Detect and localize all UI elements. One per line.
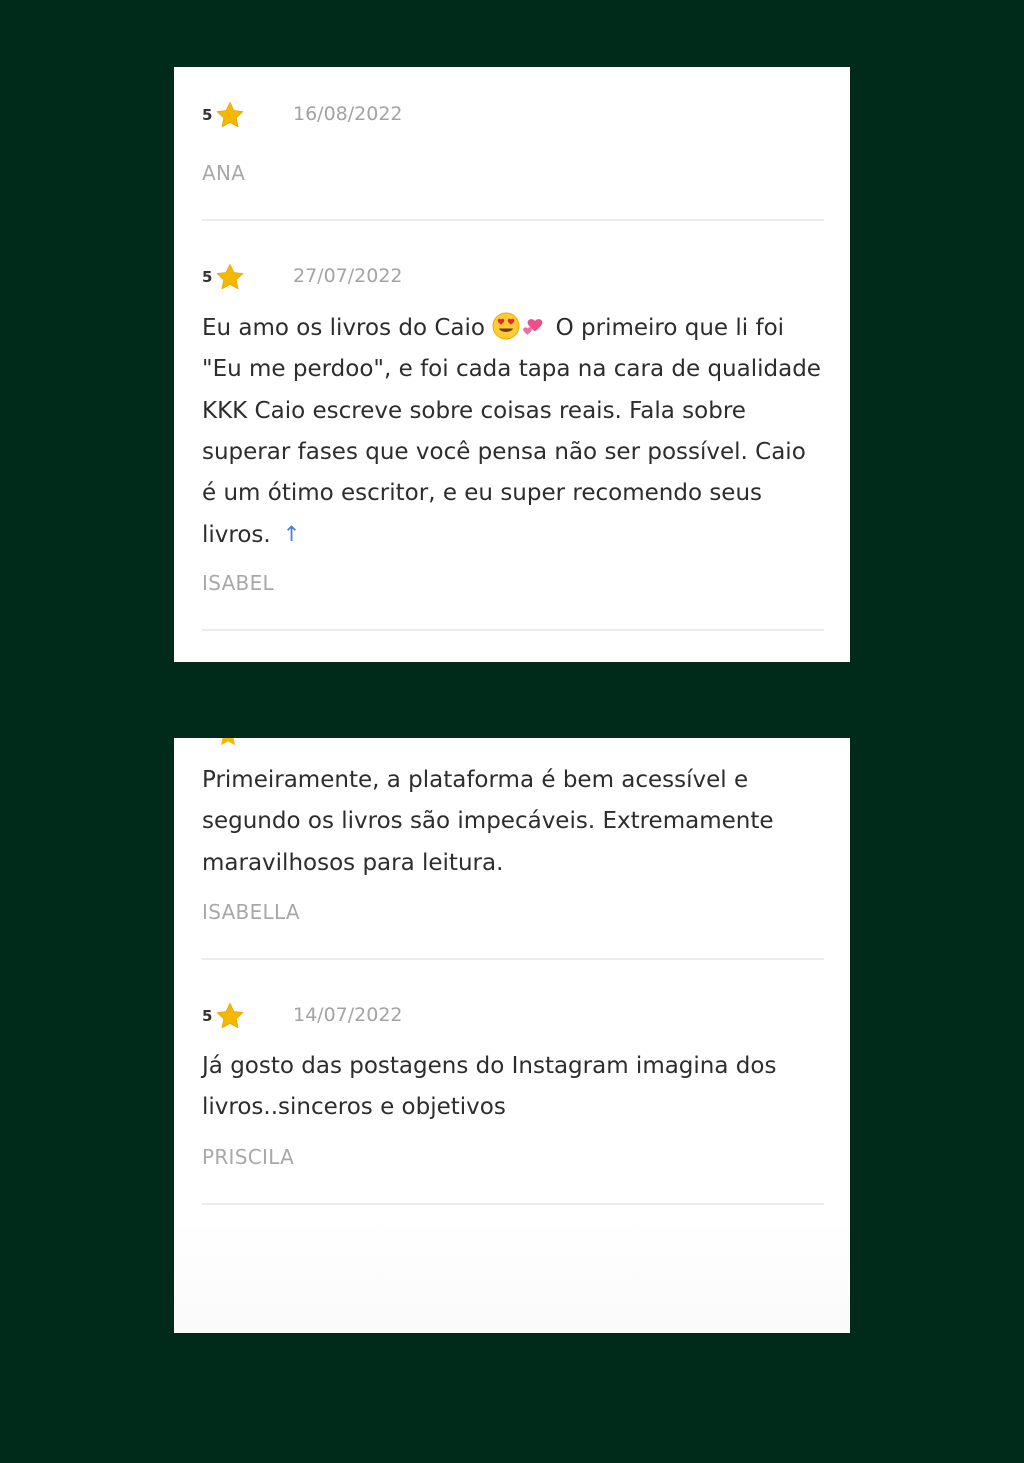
review-author: ISABELLA xyxy=(202,900,300,924)
star-icon xyxy=(221,738,235,746)
review-author: ISABEL xyxy=(202,571,274,595)
reviews-card-bottom: Primeiramente, a plataforma é bem acessí… xyxy=(174,738,850,1333)
scroll-fade xyxy=(174,1218,850,1333)
review-text: Eu amo os livros do Caio O primeiro que … xyxy=(202,308,824,557)
review-author: PRISCILA xyxy=(202,1145,295,1169)
star-icon xyxy=(216,1002,244,1029)
star-icon xyxy=(216,101,244,128)
review-author: ANA xyxy=(202,161,246,185)
review-text: Primeiramente, a plataforma é bem acessí… xyxy=(202,767,774,876)
divider xyxy=(202,958,824,960)
two-hearts-icon xyxy=(523,319,543,335)
review-date: 27/07/2022 xyxy=(293,265,403,287)
star-icon xyxy=(216,263,244,290)
review-date: 16/08/2022 xyxy=(293,103,403,125)
divider xyxy=(202,1203,824,1205)
reviews-card-top: 5 16/08/2022 ANA 5 27/07/2022 Eu amo os … xyxy=(174,67,850,662)
smiling-face-with-heart-eyes-icon xyxy=(492,312,520,340)
arrow-up-icon[interactable]: ↑ xyxy=(283,514,301,555)
rating-value: 5 xyxy=(202,268,213,286)
rating-value: 5 xyxy=(202,106,213,124)
review-date: 14/07/2022 xyxy=(293,1004,403,1026)
review-text-part: O primeiro que li foi "Eu me perdoo", e … xyxy=(202,315,821,549)
review-text-part: Eu amo os livros do Caio xyxy=(202,315,493,341)
review-text: Já gosto das postagens do Instagram imag… xyxy=(202,1053,777,1121)
divider xyxy=(202,629,824,631)
rating-value: 5 xyxy=(202,1007,213,1025)
divider xyxy=(202,219,824,221)
